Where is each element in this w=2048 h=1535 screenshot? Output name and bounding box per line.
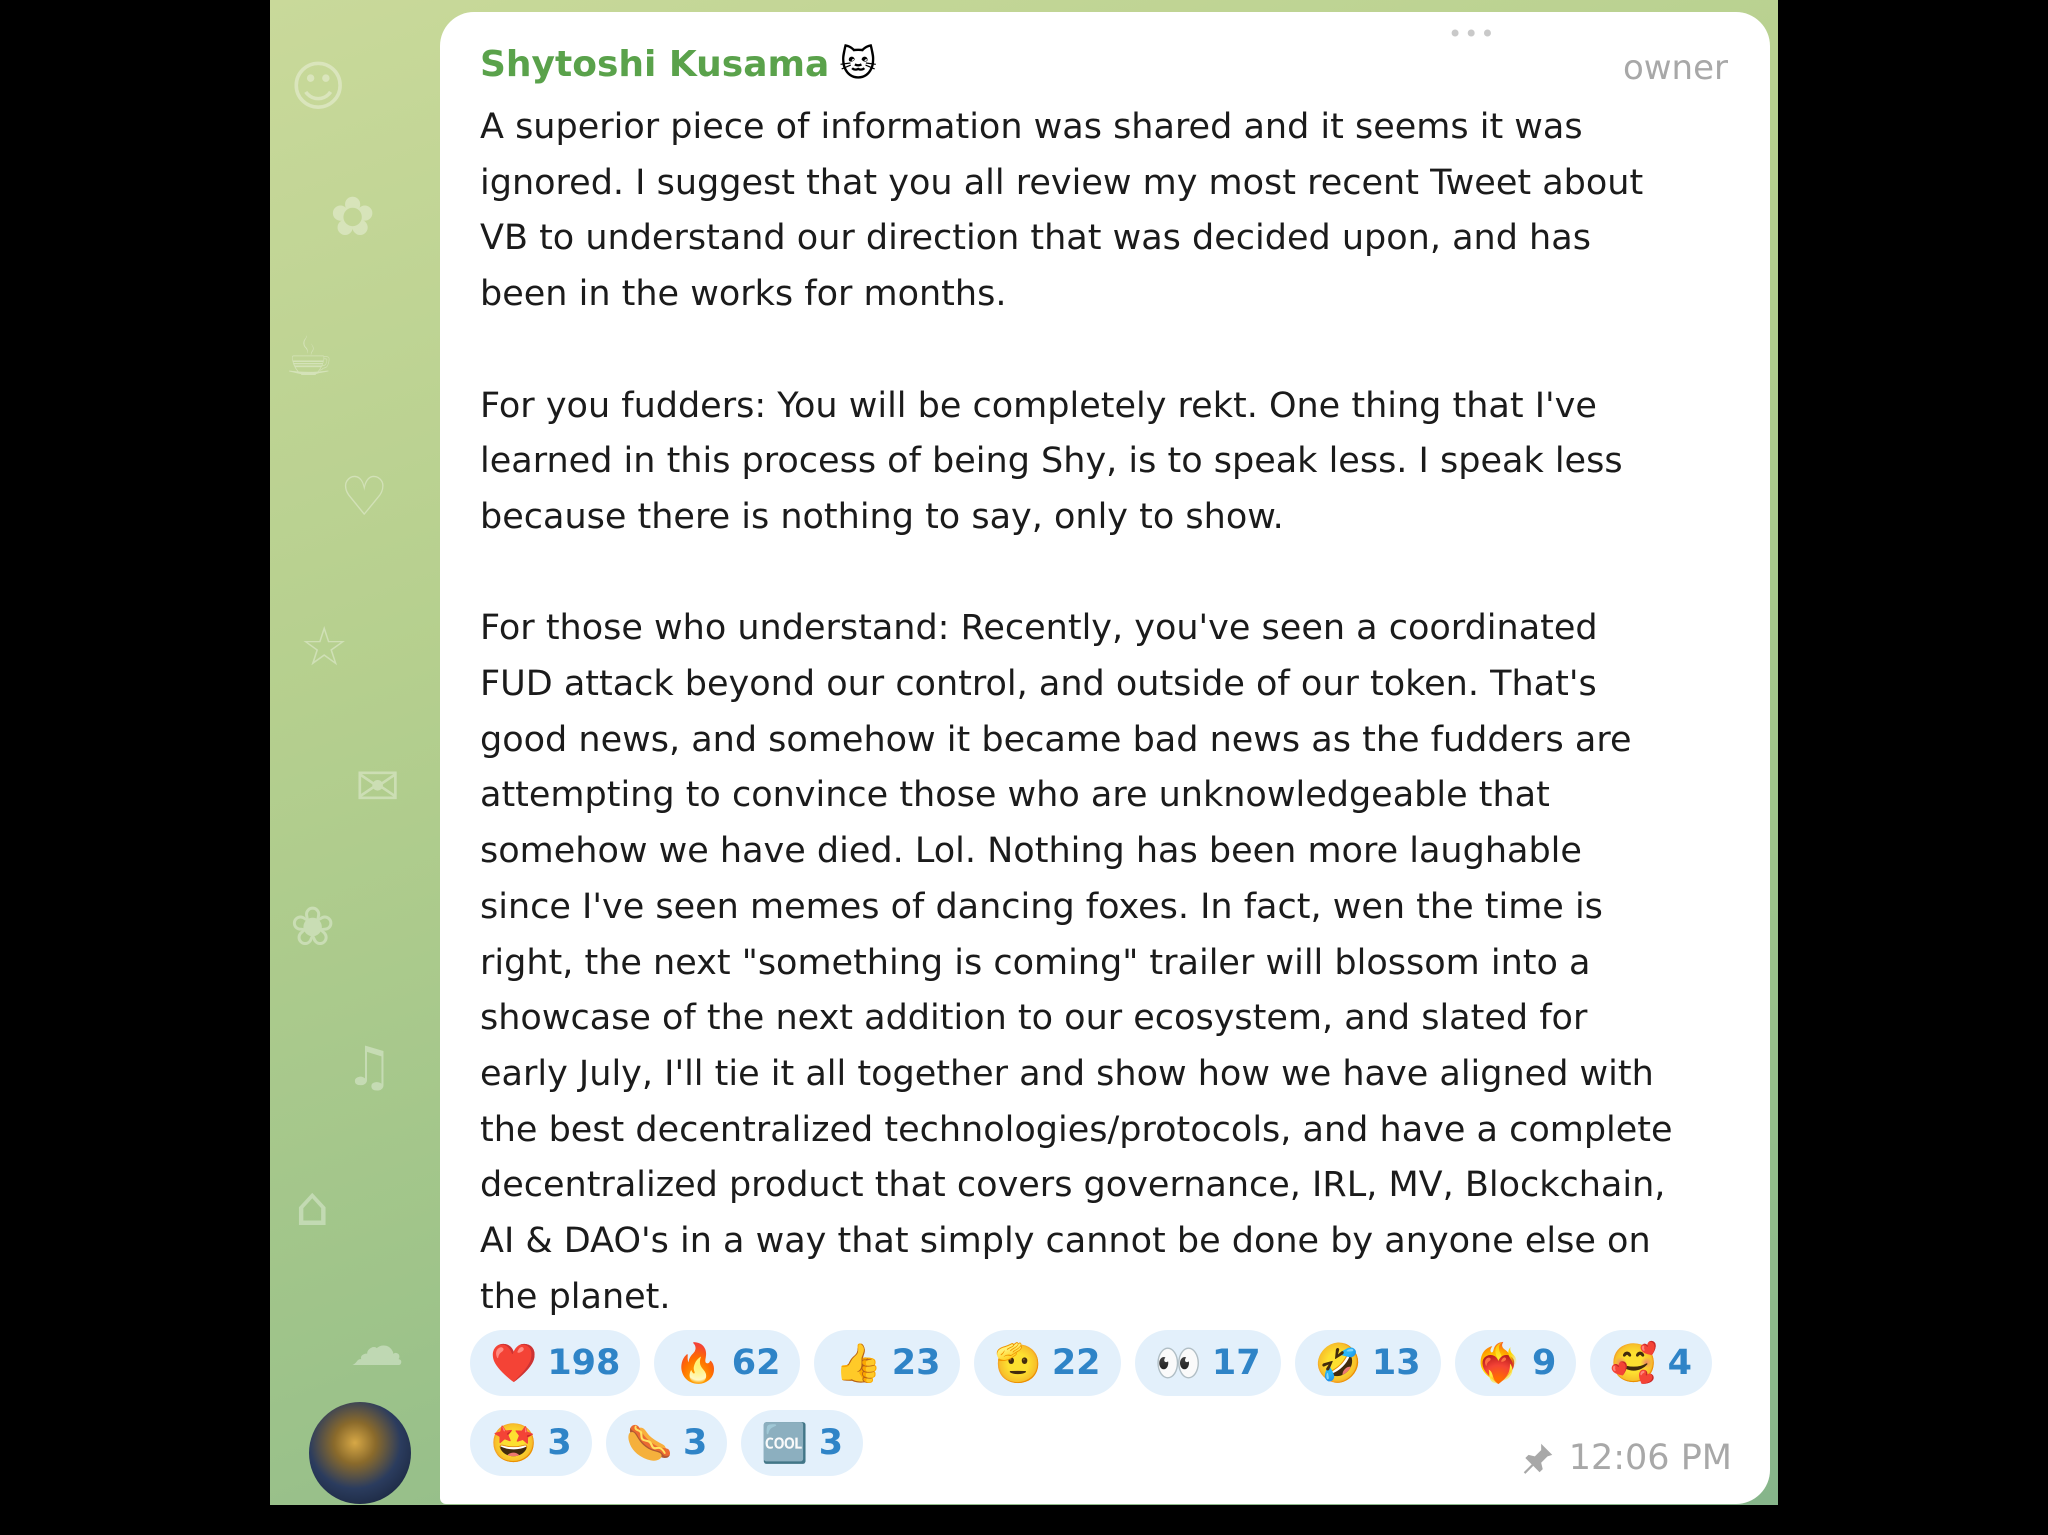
eyes-icon: 👀 xyxy=(1154,1340,1202,1385)
message-paragraph: For those who understand: Recently, you'… xyxy=(480,608,1673,1317)
reaction-button[interactable]: 🥰 4 xyxy=(1590,1330,1712,1396)
message-text: A superior piece of information was shar… xyxy=(480,100,1750,1325)
salute-hand-icon: 🫡 xyxy=(994,1340,1042,1385)
drag-handle-icon: ••• xyxy=(1448,20,1497,48)
rofl-icon: 🤣 xyxy=(1314,1340,1362,1385)
reaction-count: 3 xyxy=(547,1423,572,1463)
reaction-count: 13 xyxy=(1371,1343,1421,1383)
reaction-count: 198 xyxy=(547,1343,621,1383)
message-header: Shytoshi Kusama 🐱 xyxy=(480,44,877,85)
message-paragraph: A superior piece of information was shar… xyxy=(480,107,1644,315)
reaction-button[interactable]: 👍 23 xyxy=(814,1330,961,1396)
reaction-button[interactable]: 🌭 3 xyxy=(605,1410,728,1476)
doodle-icon: ✉ xyxy=(355,755,401,818)
reaction-button[interactable]: 🤣 13 xyxy=(1294,1330,1441,1396)
thumbs-up-icon: 👍 xyxy=(834,1340,882,1385)
doodle-icon: ✿ xyxy=(330,185,376,248)
reaction-count: 9 xyxy=(1531,1343,1557,1383)
doodle-icon: ♡ xyxy=(340,465,389,528)
reaction-button[interactable]: 🫡 22 xyxy=(974,1330,1121,1396)
doodle-icon: ☕ xyxy=(285,325,334,388)
cool-icon: 🆒 xyxy=(761,1420,809,1465)
fire-icon: 🔥 xyxy=(674,1340,722,1385)
reaction-count: 62 xyxy=(731,1343,781,1383)
heart-on-fire-icon: ❤️‍🔥 xyxy=(1474,1340,1522,1385)
reaction-button[interactable]: 🆒 3 xyxy=(741,1410,864,1476)
doodle-icon: ⌂ xyxy=(295,1175,330,1238)
reaction-button[interactable]: 🤩 3 xyxy=(470,1410,592,1476)
message-time: 12:06 PM xyxy=(1568,1438,1732,1478)
red-heart-icon: ❤️ xyxy=(490,1340,538,1385)
reaction-button[interactable]: 👀 17 xyxy=(1134,1330,1281,1396)
smiling-hearts-icon: 🥰 xyxy=(1610,1340,1658,1385)
reaction-button[interactable]: ❤️‍🔥 9 xyxy=(1454,1330,1577,1396)
pin-icon xyxy=(1523,1443,1552,1474)
message-bubble[interactable]: ••• Shytoshi Kusama 🐱 owner A superior p… xyxy=(440,12,1770,1504)
doodle-icon: ♫ xyxy=(345,1035,394,1098)
avatar[interactable] xyxy=(309,1402,411,1504)
sender-name[interactable]: Shytoshi Kusama xyxy=(480,44,829,85)
reaction-row: ❤️ 198 🔥 62 👍 23 🫡 22 👀 17 🤣 13 ❤️‍🔥 9 🥰 4 xyxy=(470,1330,1760,1396)
reaction-count: 23 xyxy=(891,1343,941,1383)
doodle-icon: ☆ xyxy=(300,615,349,678)
doodle-icon: ❀ xyxy=(290,895,336,958)
sender-badge-icon: 🐱 xyxy=(839,44,877,85)
reaction-count: 3 xyxy=(818,1423,844,1463)
reaction-count: 17 xyxy=(1211,1343,1261,1383)
doodle-icon: ☁ xyxy=(350,1315,404,1378)
hot-dog-icon: 🌭 xyxy=(625,1420,674,1465)
reaction-count: 22 xyxy=(1051,1343,1101,1383)
star-struck-icon: 🤩 xyxy=(490,1420,538,1465)
reaction-button[interactable]: 🔥 62 xyxy=(654,1330,801,1396)
reaction-count: 4 xyxy=(1667,1343,1692,1383)
role-badge: owner xyxy=(1622,48,1728,88)
message-paragraph: For you fudders: You will be completely … xyxy=(480,385,1623,537)
message-meta: 12:06 PM xyxy=(1519,1438,1732,1478)
reaction-button[interactable]: ❤️ 198 xyxy=(470,1330,641,1396)
reaction-count: 3 xyxy=(683,1423,708,1463)
doodle-icon: ☺ xyxy=(290,55,347,118)
